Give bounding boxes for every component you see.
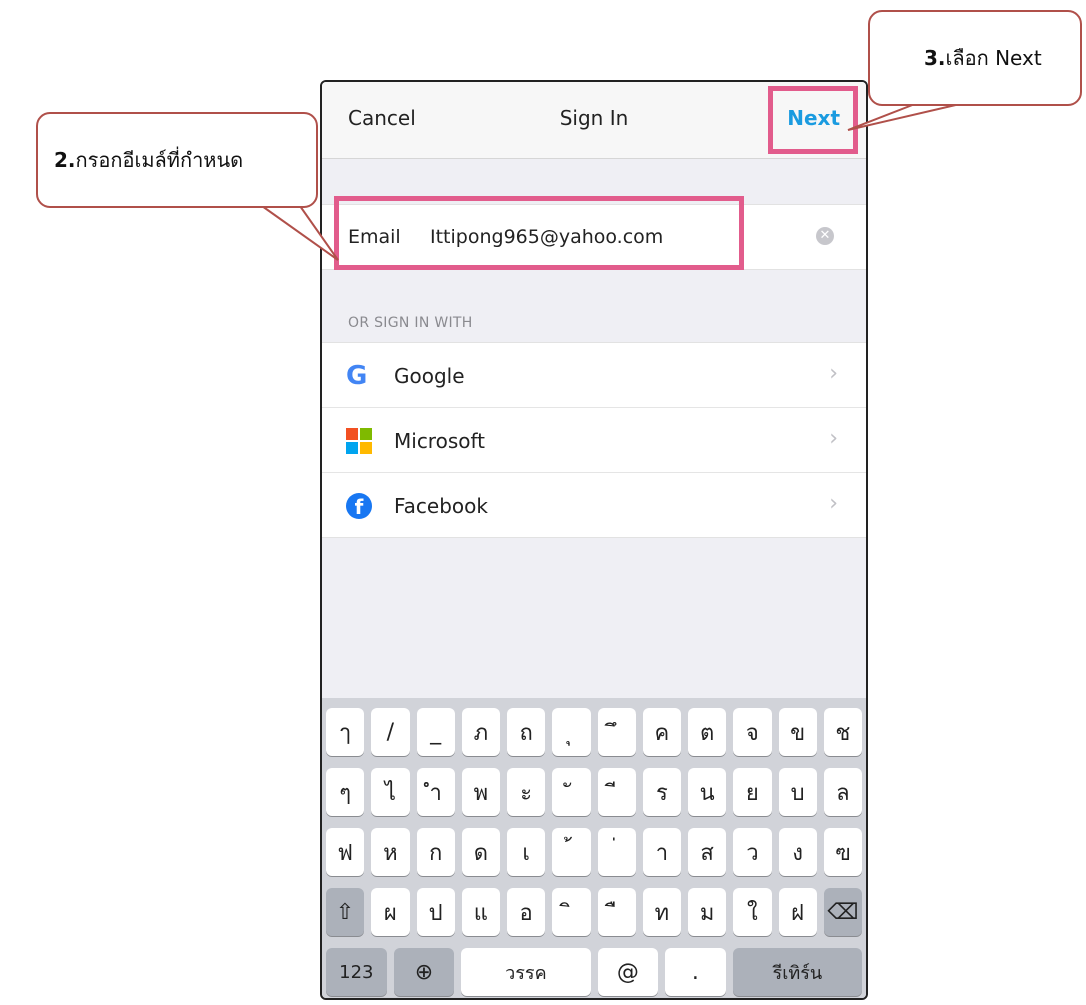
callout-text: เลือก Next — [945, 46, 1042, 70]
callout-pointer-email — [261, 205, 339, 261]
callout-number: 2. — [54, 148, 76, 172]
callout-step-3: 3.เลือก Next — [868, 10, 1082, 106]
callout-step-2: 2.กรอกอีเมล์ที่กำหนด — [36, 112, 318, 208]
callout-number: 3. — [924, 46, 946, 70]
callout-text: กรอกอีเมล์ที่กำหนด — [75, 148, 244, 172]
callout-pointer-next — [847, 103, 961, 131]
